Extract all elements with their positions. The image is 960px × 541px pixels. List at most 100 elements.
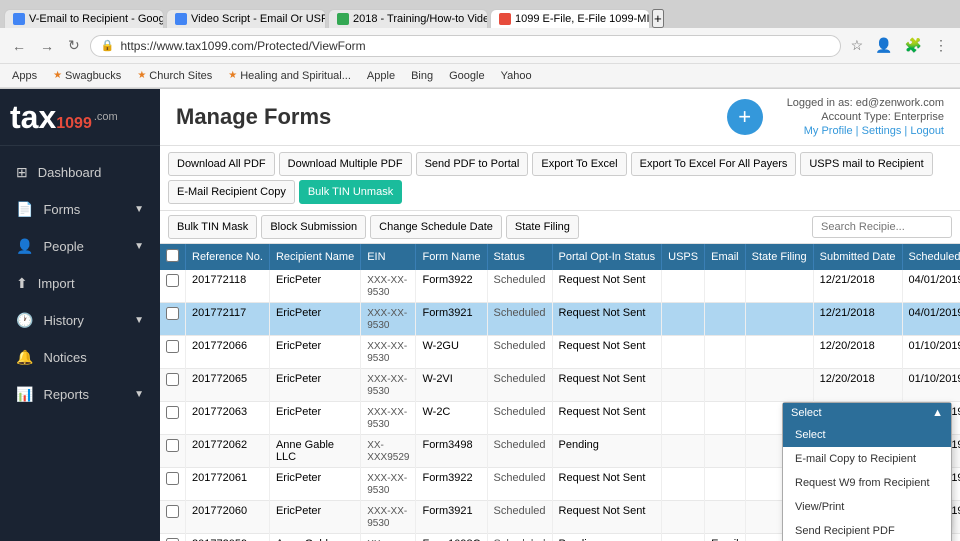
row-form: Form3498 <box>416 435 487 468</box>
more-button[interactable]: ⋮ <box>930 35 952 56</box>
row-scheduled: 01/10/2019 <box>902 369 960 402</box>
dropdown-item-select[interactable]: Select <box>783 423 951 447</box>
bulk-tin-unmask-button[interactable]: Bulk TIN Unmask <box>299 180 402 204</box>
people-icon: 👤 <box>16 238 33 255</box>
bookmark-healing[interactable]: ★ Healing and Spiritual... <box>224 69 355 83</box>
bookmark-bing[interactable]: Bing <box>407 69 437 83</box>
extensions-button[interactable]: 🧩 <box>901 35 926 56</box>
address-text: https://www.tax1099.com/Protected/ViewFo… <box>120 39 829 53</box>
new-tab-button[interactable]: + <box>652 9 664 28</box>
row-ein: XXX-XX-9530 <box>361 501 416 534</box>
row-checkbox[interactable] <box>166 340 179 353</box>
sidebar-item-notices[interactable]: 🔔 Notices <box>0 339 160 376</box>
row-ein: XX-XXX9529 <box>361 435 416 468</box>
sidebar-item-people[interactable]: 👤 People ▼ <box>0 228 160 265</box>
sidebar-item-history[interactable]: 🕐 History ▼ <box>0 302 160 339</box>
browser-tab-3[interactable]: 2018 - Training/How-to Video ... ✕ <box>328 9 488 28</box>
row-checkbox[interactable] <box>166 307 179 320</box>
dropdown-item-send-pdf[interactable]: Send Recipient PDF <box>783 519 951 541</box>
table-header-row: Reference No. Recipient Name EIN Form Na… <box>160 244 960 270</box>
row-ein: XXX-XX-9530 <box>361 468 416 501</box>
reports-icon: 📊 <box>16 386 33 403</box>
bookmark-apple[interactable]: Apple <box>363 69 399 83</box>
browser-tab-2[interactable]: Video Script - Email Or USPS Ma... ✕ <box>166 9 326 28</box>
row-checkbox[interactable] <box>166 373 179 386</box>
bookmark-google[interactable]: Google <box>445 69 488 83</box>
dropdown-item-email-copy[interactable]: E-mail Copy to Recipient <box>783 447 951 471</box>
col-ein: EIN <box>361 244 416 270</box>
bookmark-apps[interactable]: Apps <box>8 69 41 83</box>
row-email <box>705 270 746 303</box>
forms-arrow-icon: ▼ <box>134 204 144 215</box>
user-links: My Profile | Settings | Logout <box>804 125 944 137</box>
row-checkbox[interactable] <box>166 472 179 485</box>
logout-link[interactable]: Logout <box>910 125 944 137</box>
download-multiple-pdf-button[interactable]: Download Multiple PDF <box>279 152 412 176</box>
account-type: Account Type: Enterprise <box>821 111 944 123</box>
settings-link[interactable]: Settings <box>862 125 902 137</box>
add-button[interactable]: + <box>727 99 763 135</box>
export-excel-button[interactable]: Export To Excel <box>532 152 626 176</box>
sidebar-item-import[interactable]: ⬆ Import <box>0 265 160 302</box>
bulk-tin-mask-button[interactable]: Bulk TIN Mask <box>168 215 257 239</box>
row-ein: XXX-XX-9530 <box>361 402 416 435</box>
row-checkbox-cell <box>160 270 186 303</box>
profile-button[interactable]: 👤 <box>871 35 896 56</box>
apple-label: Apple <box>367 70 395 82</box>
row-submitted: 12/21/2018 <box>813 303 902 336</box>
select-all-checkbox[interactable] <box>166 249 179 262</box>
usps-mail-button[interactable]: USPS mail to Recipient <box>800 152 932 176</box>
row-checkbox[interactable] <box>166 505 179 518</box>
sidebar-item-reports[interactable]: 📊 Reports ▼ <box>0 376 160 413</box>
browser-nav: ← → ↻ 🔒 https://www.tax1099.com/Protecte… <box>0 28 960 64</box>
col-submitted-date: Submitted Date <box>813 244 902 270</box>
reports-arrow-icon: ▼ <box>134 389 144 400</box>
address-bar[interactable]: 🔒 https://www.tax1099.com/Protected/View… <box>90 35 841 57</box>
back-button[interactable]: ← <box>8 36 30 56</box>
sidebar-item-dashboard[interactable]: ⊞ Dashboard <box>0 154 160 191</box>
google-label: Google <box>449 70 484 82</box>
bookmark-yahoo[interactable]: Yahoo <box>497 69 536 83</box>
sidebar-label-dashboard: Dashboard <box>38 165 102 180</box>
browser-actions: ☆ 👤 🧩 ⋮ <box>847 35 952 56</box>
row-state-filing <box>745 303 813 336</box>
logo-1099: 1099 <box>56 115 92 132</box>
bookmark-star[interactable]: ☆ <box>847 35 868 56</box>
search-recipient-input[interactable] <box>812 216 952 238</box>
sidebar-label-reports: Reports <box>43 387 89 402</box>
dropdown-item-view-print[interactable]: View/Print <box>783 495 951 519</box>
dropdown-scroll-area[interactable]: Select E-mail Copy to Recipient Request … <box>783 423 951 541</box>
bookmark-swagbucks[interactable]: ★ Swagbucks <box>49 69 125 83</box>
my-profile-link[interactable]: My Profile <box>804 125 853 137</box>
table-row: 201772118 EricPeter XXX-XX-9530 Form3922… <box>160 270 960 303</box>
browser-tab-1[interactable]: V-Email to Recipient - Google D... ✕ <box>4 9 164 28</box>
refresh-button[interactable]: ↻ <box>64 35 84 56</box>
row-checkbox[interactable] <box>166 439 179 452</box>
user-info: Logged in as: ed@zenwork.com Account Typ… <box>787 97 944 137</box>
export-excel-all-button[interactable]: Export To Excel For All Payers <box>631 152 797 176</box>
change-schedule-date-button[interactable]: Change Schedule Date <box>370 215 502 239</box>
dropdown-item-request-w9[interactable]: Request W9 from Recipient <box>783 471 951 495</box>
row-scheduled: 04/01/2019 <box>902 270 960 303</box>
row-recipient: EricPeter <box>269 468 360 501</box>
apps-label: Apps <box>12 70 37 82</box>
row-portal: Request Not Sent <box>552 468 662 501</box>
col-portal-opt-in: Portal Opt-In Status <box>552 244 662 270</box>
state-filing-button[interactable]: State Filing <box>506 215 579 239</box>
send-pdf-portal-button[interactable]: Send PDF to Portal <box>416 152 529 176</box>
forward-button[interactable]: → <box>36 36 58 56</box>
church-label: Church Sites <box>149 70 212 82</box>
browser-tab-4[interactable]: 1099 E-File, E-File 1099-MISC, 10... ✕ <box>490 9 650 28</box>
bookmark-church[interactable]: ★ Church Sites <box>133 69 216 83</box>
row-checkbox-cell <box>160 468 186 501</box>
row-portal: Request Not Sent <box>552 369 662 402</box>
block-submission-button[interactable]: Block Submission <box>261 215 366 239</box>
row-usps <box>662 468 705 501</box>
row-checkbox[interactable] <box>166 406 179 419</box>
logged-in-as: Logged in as: ed@zenwork.com <box>787 97 944 109</box>
row-checkbox[interactable] <box>166 274 179 287</box>
download-all-pdf-button[interactable]: Download All PDF <box>168 152 275 176</box>
email-recipient-button[interactable]: E-Mail Recipient Copy <box>168 180 295 204</box>
notices-icon: 🔔 <box>16 349 33 366</box>
sidebar-item-forms[interactable]: 📄 Forms ▼ <box>0 191 160 228</box>
